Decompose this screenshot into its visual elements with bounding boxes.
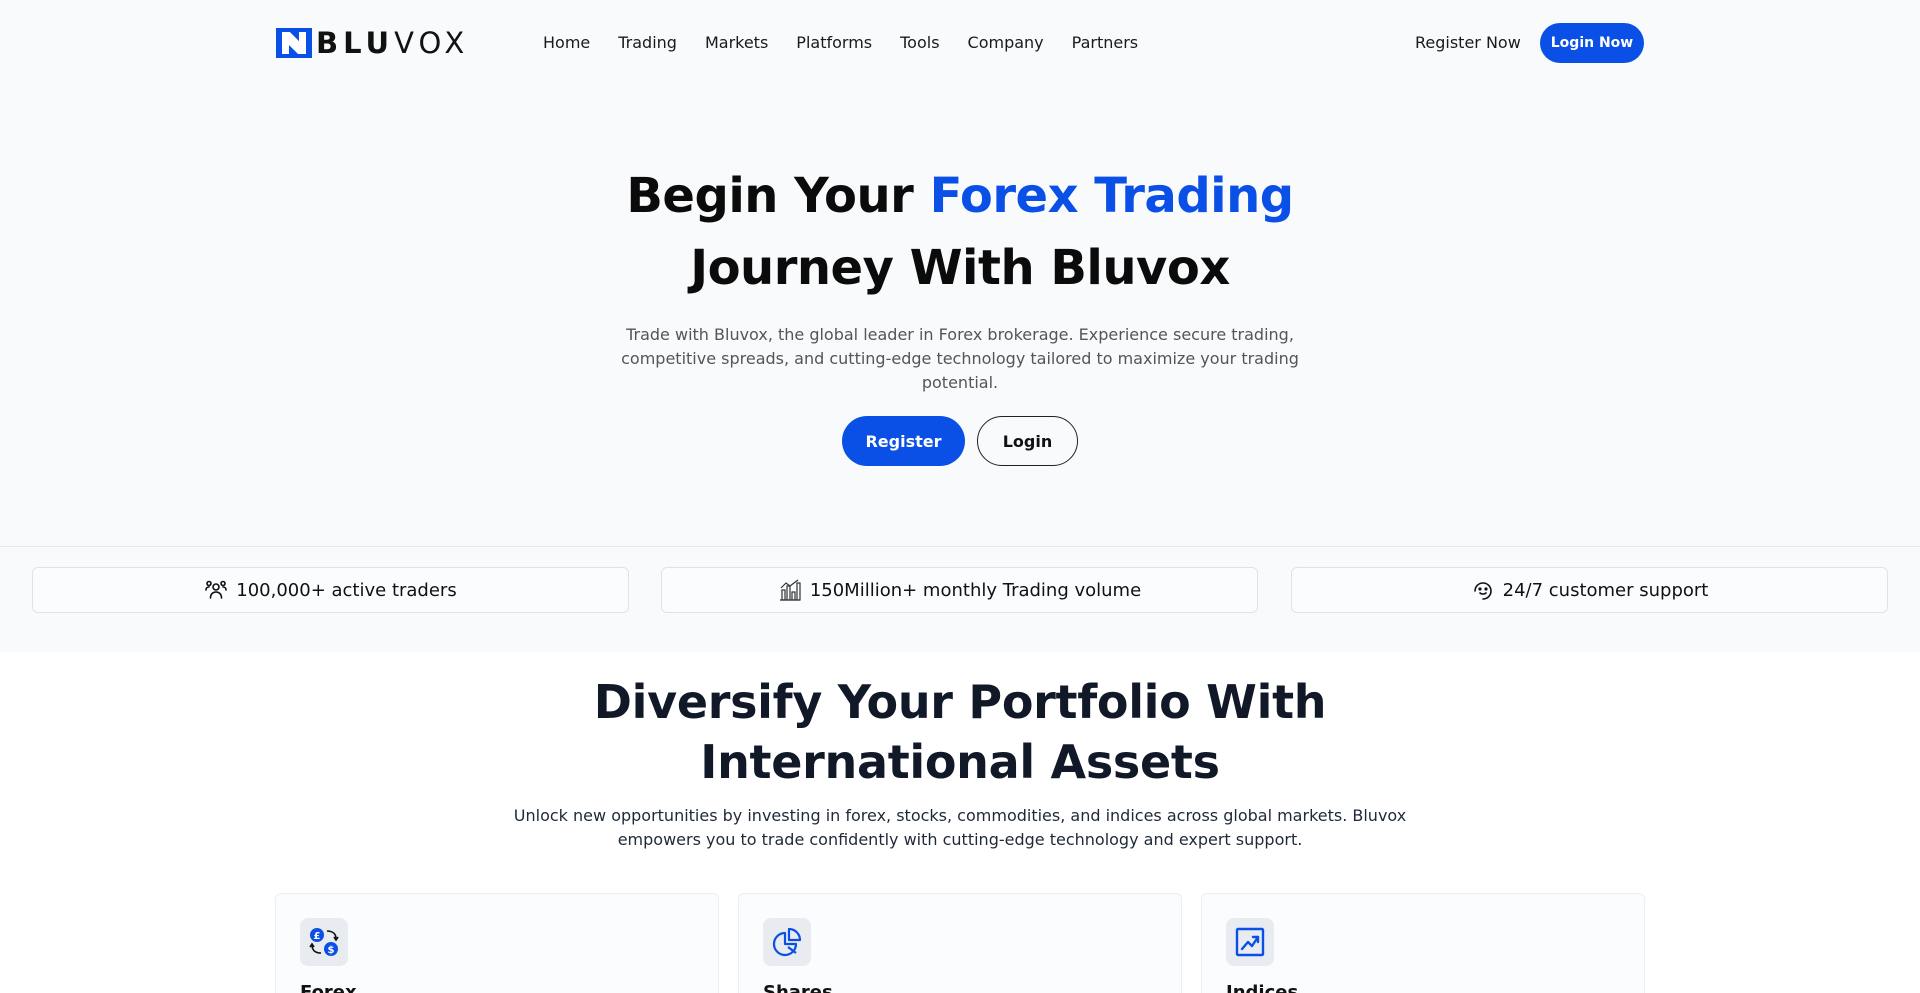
- nav-link-company[interactable]: Company: [968, 31, 1044, 55]
- portfolio-title-line2: International Assets: [700, 735, 1220, 789]
- nav-link-trading[interactable]: Trading: [618, 31, 677, 55]
- brand-name-bold: BLU: [316, 26, 395, 60]
- login-now-button[interactable]: Login Now: [1540, 23, 1644, 63]
- svg-text:£: £: [314, 931, 321, 942]
- hero-actions: Register Login: [0, 416, 1920, 466]
- card-label: Shares: [763, 982, 833, 993]
- nav-link-platforms[interactable]: Platforms: [796, 31, 872, 55]
- users-icon: [205, 580, 228, 599]
- pie-chart-icon: [772, 927, 802, 957]
- hero-subtitle: Trade with Bluvox, the global leader in …: [621, 325, 1299, 392]
- bluvox-logo-icon: [276, 28, 312, 58]
- main-menu: Home Trading Markets Platforms Tools Com…: [543, 31, 1166, 55]
- stat-text: 24/7 customer support: [1502, 579, 1709, 601]
- portfolio-title: Diversify Your Portfolio With Internatio…: [0, 672, 1920, 792]
- hero-title-part1: Begin Your: [626, 168, 930, 224]
- card-label: Forex: [300, 982, 357, 993]
- register-now-link[interactable]: Register Now: [1415, 31, 1521, 55]
- stat-customer-support: 24/7 customer support: [1291, 567, 1888, 613]
- top-navigation: BLUVOX Home Trading Markets Platforms To…: [0, 0, 1920, 88]
- nav-link-tools[interactable]: Tools: [900, 31, 939, 55]
- nav-link-markets[interactable]: Markets: [705, 31, 768, 55]
- bar-chart-icon: [779, 579, 801, 601]
- hero-title: Begin Your Forex Trading Journey With Bl…: [0, 160, 1920, 304]
- card-label: Indices: [1226, 982, 1299, 993]
- stat-trading-volume: 150Million+ monthly Trading volume: [661, 567, 1258, 613]
- asset-card-indices[interactable]: Indices: [1201, 893, 1645, 993]
- hero-title-accent: Forex Trading: [929, 168, 1295, 224]
- nav-link-partners[interactable]: Partners: [1072, 31, 1138, 55]
- asset-card-shares[interactable]: Shares: [738, 893, 1182, 993]
- brand-name-light: VOX: [394, 26, 470, 60]
- card-icon-box: [1226, 918, 1274, 966]
- hero-title-part2: Journey With Bluvox: [690, 240, 1230, 296]
- currency-exchange-icon: £ $: [309, 928, 339, 956]
- register-button[interactable]: Register: [842, 416, 965, 466]
- trend-chart-icon: [1235, 927, 1265, 957]
- asset-card-forex[interactable]: £ $ Forex: [275, 893, 719, 993]
- brand-name: BLUVOX: [316, 28, 469, 58]
- stats-band: 100,000+ active traders 150Million+ mont…: [0, 546, 1920, 652]
- brand-logo[interactable]: BLUVOX: [276, 28, 469, 58]
- stat-text: 100,000+ active traders: [236, 579, 457, 601]
- stat-active-traders: 100,000+ active traders: [32, 567, 629, 613]
- svg-text:$: $: [328, 945, 335, 956]
- nav-link-home[interactable]: Home: [543, 31, 590, 55]
- portfolio-subtitle: Unlock new opportunities by investing in…: [513, 806, 1407, 849]
- portfolio-section: Diversify Your Portfolio With Internatio…: [0, 652, 1920, 993]
- card-icon-box: [763, 918, 811, 966]
- login-button[interactable]: Login: [977, 416, 1078, 466]
- support-icon: [1473, 582, 1492, 600]
- portfolio-title-line1: Diversify Your Portfolio With: [593, 675, 1327, 729]
- card-icon-box: £ $: [300, 918, 348, 966]
- stat-text: 150Million+ monthly Trading volume: [809, 579, 1142, 601]
